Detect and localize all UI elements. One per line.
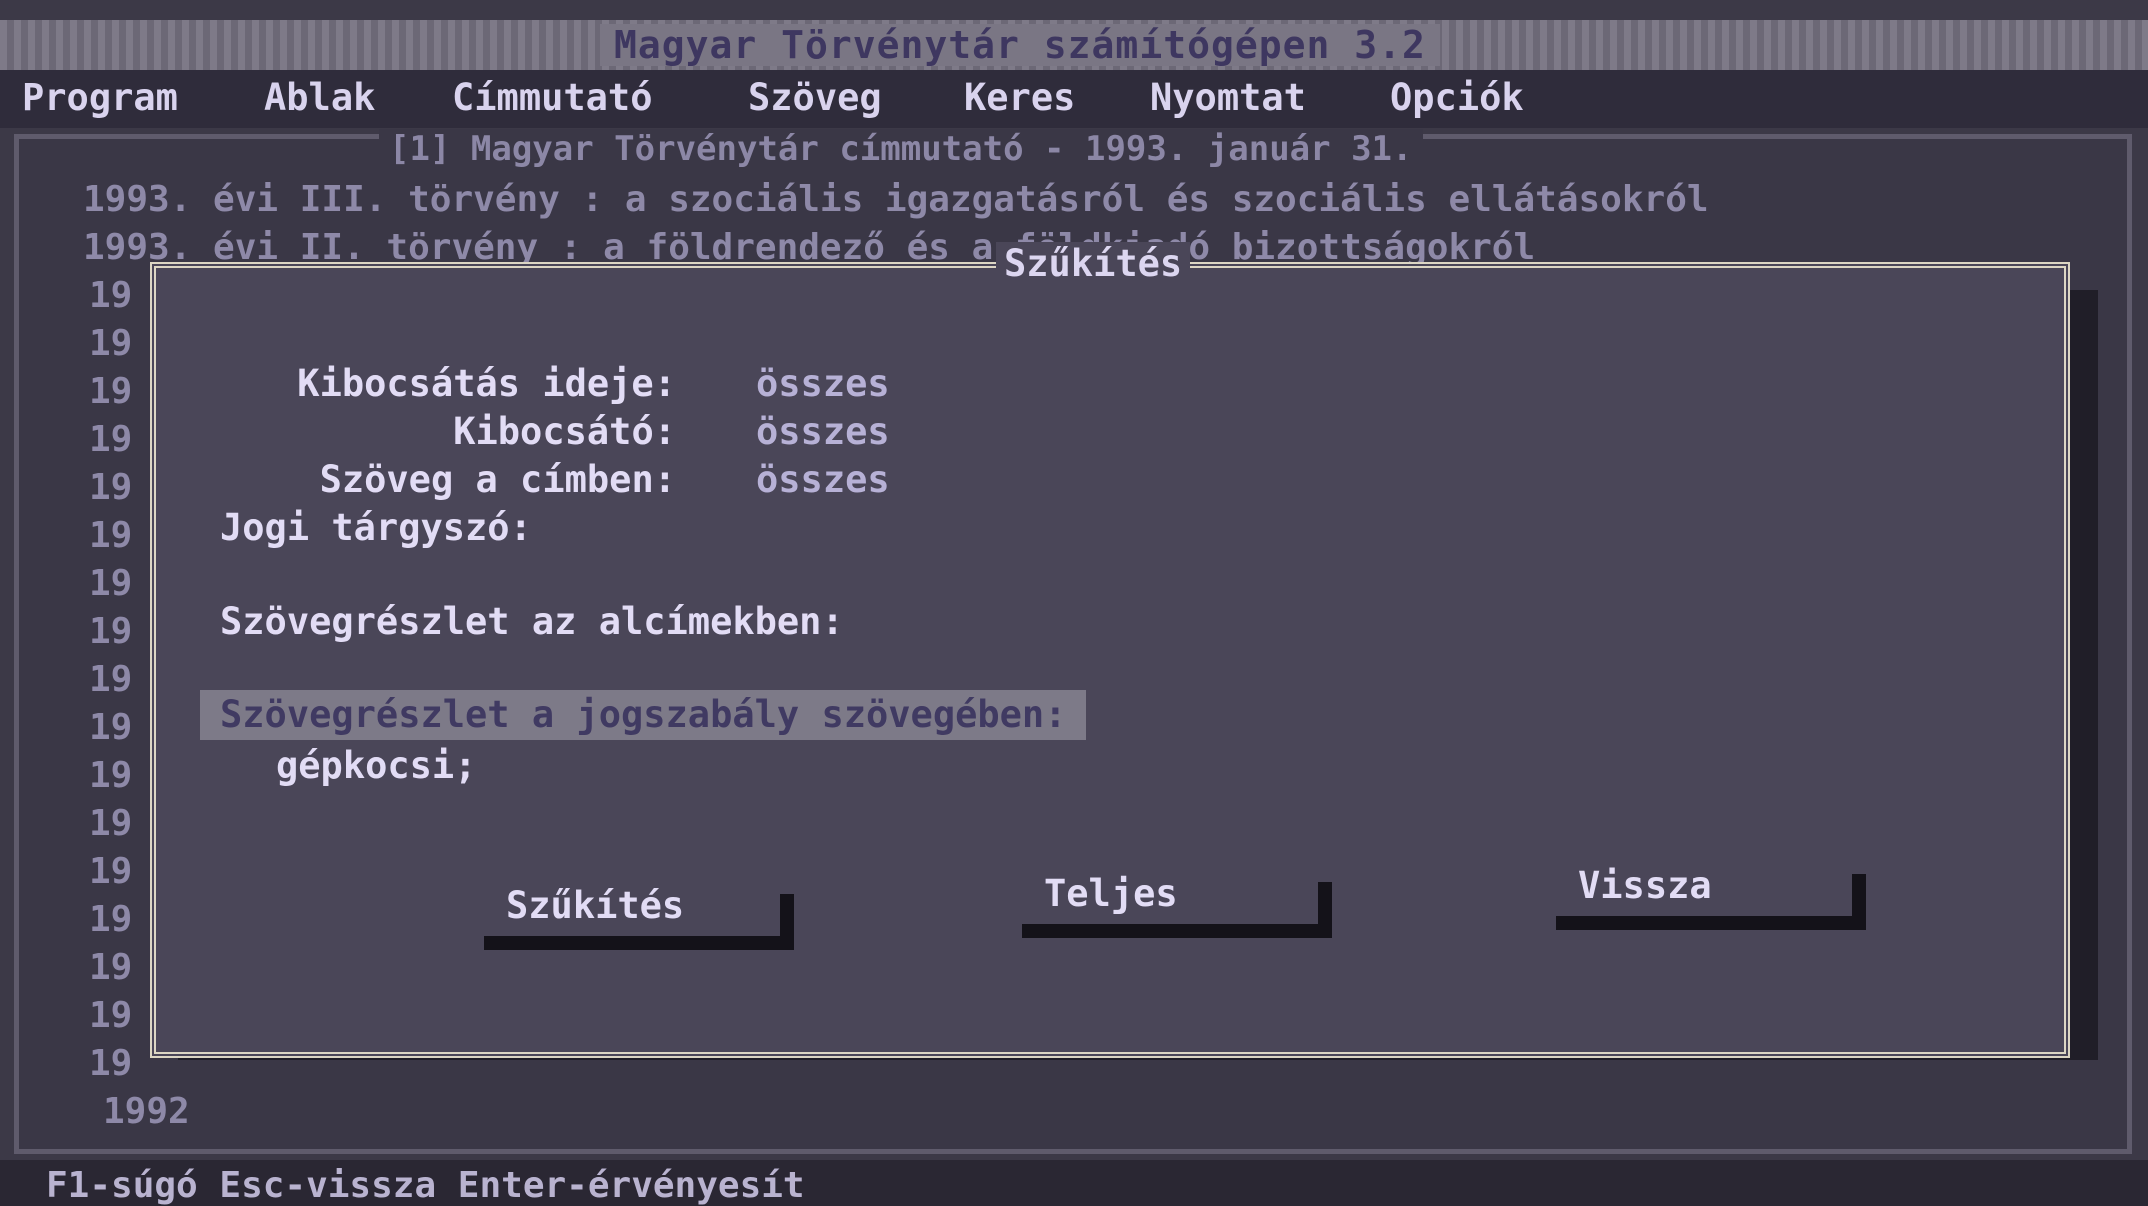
dos-screen: Magyar Törvénytár számítógépen 3.2 Progr… <box>0 0 2148 1206</box>
menu-cimmutato[interactable]: Címmutató <box>452 76 652 120</box>
legal-subject-label: Jogi tárgyszó: <box>220 506 532 549</box>
menu-opciok[interactable]: Opciók <box>1390 76 1524 120</box>
window-title: Magyar Törvénytár számítógépen 3.2 <box>600 24 1440 66</box>
menu-keres[interactable]: Keres <box>964 76 1075 120</box>
menu-program[interactable]: Program <box>22 76 178 120</box>
issuer-value[interactable]: összes <box>756 410 890 454</box>
list-item[interactable]: 19 <box>89 609 132 655</box>
list-item[interactable]: 19 <box>89 417 132 463</box>
title-text-value[interactable]: összes <box>756 458 890 502</box>
subtitle-text-label: Szövegrészlet az alcímekben: <box>220 600 844 643</box>
index-window-title: [1] Magyar Törvénytár címmutató - 1993. … <box>379 129 1423 169</box>
back-button[interactable]: Vissza <box>1556 860 1866 930</box>
list-item[interactable]: 19 <box>89 945 132 991</box>
list-item[interactable]: 19 <box>89 705 132 751</box>
list-item[interactable]: 19 <box>89 801 132 847</box>
title-bar: Magyar Törvénytár számítógépen 3.2 <box>0 20 2148 70</box>
list-item[interactable]: 1993. évi III. törvény : a szociális iga… <box>83 177 1709 223</box>
list-item[interactable]: 1992 <box>103 1089 190 1135</box>
list-item[interactable]: 19 <box>89 561 132 607</box>
issue-date-label: Kibocsátás ideje: <box>297 362 676 405</box>
menu-szoveg[interactable]: Szöveg <box>748 76 882 120</box>
title-text-label: Szöveg a címben: <box>319 458 676 501</box>
full-button[interactable]: Teljes <box>1022 868 1332 938</box>
narrow-button[interactable]: Szűkítés <box>484 880 794 950</box>
law-text-input[interactable]: gépkocsi; <box>276 744 476 788</box>
list-item[interactable]: 19 <box>89 369 132 415</box>
list-item[interactable]: 19 <box>89 465 132 511</box>
issuer-label: Kibocsátó: <box>453 410 676 453</box>
list-item[interactable]: 19 <box>89 273 132 319</box>
list-item[interactable]: 19 <box>89 993 132 1039</box>
status-bar: F1-súgó Esc-vissza Enter-érvényesít <box>0 1160 2148 1206</box>
narrow-dialog: Szűkítés Kibocsátás ideje: összes Kibocs… <box>150 242 2070 1058</box>
issue-date-value[interactable]: összes <box>756 362 890 406</box>
law-text-field[interactable]: Szövegrészlet a jogszabály szövegében: <box>200 690 1087 740</box>
list-item[interactable]: 19 <box>89 849 132 895</box>
list-item[interactable]: 19 <box>89 1041 132 1087</box>
list-item[interactable]: 19 <box>89 753 132 799</box>
list-item[interactable]: 19 <box>89 321 132 367</box>
menu-ablak[interactable]: Ablak <box>264 76 375 120</box>
list-item[interactable]: 19 <box>89 657 132 703</box>
status-hint: F1-súgó Esc-vissza Enter-érvényesít <box>46 1165 805 1206</box>
list-item[interactable]: 19 <box>89 897 132 943</box>
menu-nyomtat[interactable]: Nyomtat <box>1150 76 1306 120</box>
list-item[interactable]: 19 <box>89 513 132 559</box>
dialog-title: Szűkítés <box>996 242 1191 286</box>
menu-bar: Program Ablak Címmutató Szöveg Keres Nyo… <box>0 70 2148 128</box>
